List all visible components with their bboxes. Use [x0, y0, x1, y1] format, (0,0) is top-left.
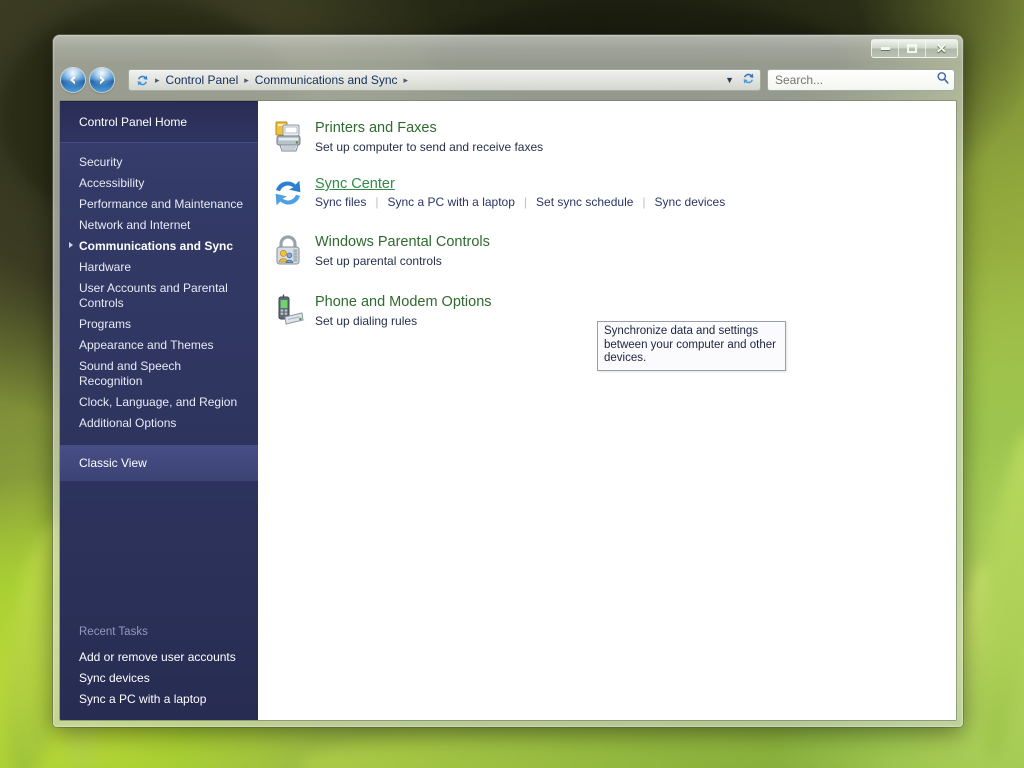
sidebar-item-label: User Accounts and Parental Controls — [79, 281, 228, 310]
tooltip: Synchronize data and settings between yo… — [597, 321, 786, 371]
sidebar-item-accessibility[interactable]: Accessibility — [60, 173, 258, 194]
desktop-wallpaper: ✕ ▸ Control Panel ▸ Communications and S… — [0, 0, 1024, 768]
printer-icon — [270, 119, 306, 155]
sidebar: Control Panel Home Security Accessibilit… — [60, 101, 258, 720]
sidebar-item-label: Hardware — [79, 260, 132, 274]
sublink-sync-files[interactable]: Sync files — [315, 195, 366, 209]
content-area: Printers and Faxes Set up computer to se… — [258, 101, 956, 720]
phone-modem-icon — [270, 293, 306, 329]
refresh-icon[interactable] — [741, 71, 756, 89]
sidebar-item-label: Security — [79, 155, 123, 169]
window-titlebar[interactable]: ✕ — [53, 35, 963, 61]
sidebar-item-label: Clock, Language, and Region — [79, 395, 238, 409]
category-description: Set up computer to send and receive faxe… — [315, 140, 544, 154]
category-title[interactable]: Printers and Faxes — [315, 119, 956, 139]
category-title[interactable]: Phone and Modem Options — [315, 293, 956, 313]
sidebar-item-label: Communications and Sync — [79, 239, 234, 253]
sidebar-item-label: Additional Options — [79, 416, 177, 430]
control-panel-window: ✕ ▸ Control Panel ▸ Communications and S… — [53, 35, 963, 727]
sidebar-item-label: Performance and Maintenance — [79, 197, 244, 211]
arrow-left-icon — [70, 75, 75, 85]
sidebar-home-label: Control Panel Home — [79, 114, 188, 129]
sublink-set-sync-schedule[interactable]: Set sync schedule — [536, 195, 633, 209]
breadcrumb-item-control-panel[interactable]: Control Panel — [163, 72, 242, 88]
search-icon[interactable] — [936, 71, 950, 90]
history-dropdown-icon[interactable]: ▼ — [720, 75, 739, 85]
category-title[interactable]: Sync Center — [315, 175, 956, 195]
sidebar-item-clock-language-and-region[interactable]: Clock, Language, and Region — [60, 392, 258, 413]
sidebar-category-list: Security Accessibility Performance and M… — [60, 143, 258, 434]
search-input[interactable] — [775, 73, 936, 87]
sidebar-item-performance-and-maintenance[interactable]: Performance and Maintenance — [60, 194, 258, 215]
sidebar-item-classic-view[interactable]: Classic View — [60, 445, 258, 481]
recent-task-sync-a-pc-with-a-laptop[interactable]: Sync a PC with a laptop — [79, 689, 258, 710]
close-button[interactable]: ✕ — [926, 40, 957, 57]
sublink-sync-a-pc-with-a-laptop[interactable]: Sync a PC with a laptop — [387, 195, 514, 209]
breadcrumb-separator-0: ▸ — [155, 74, 160, 85]
selected-marker-icon — [69, 242, 73, 248]
category-printers-and-faxes[interactable]: Printers and Faxes Set up computer to se… — [258, 119, 956, 163]
sidebar-item-hardware[interactable]: Hardware — [60, 257, 258, 278]
breadcrumb-separator-1: ▸ — [244, 74, 249, 85]
arrow-right-icon — [100, 75, 105, 85]
sync-center-sublinks: Sync files | Sync a PC with a laptop | S… — [315, 195, 956, 209]
category-title[interactable]: Windows Parental Controls — [315, 233, 956, 253]
sidebar-item-label: Network and Internet — [79, 218, 191, 232]
sublink-separator: | — [642, 195, 646, 209]
category-windows-parental-controls[interactable]: Windows Parental Controls Set up parenta… — [258, 233, 956, 277]
sidebar-item-sound-and-speech-recognition[interactable]: Sound and Speech Recognition — [60, 356, 258, 392]
classic-view-label: Classic View — [79, 456, 147, 470]
tooltip-text: Synchronize data and settings between yo… — [604, 325, 776, 364]
sidebar-item-network-and-internet[interactable]: Network and Internet — [60, 215, 258, 236]
sidebar-item-control-panel-home[interactable]: Control Panel Home — [60, 101, 258, 143]
category-sync-center[interactable]: Sync Center Sync files | Sync a PC with … — [258, 175, 956, 219]
breadcrumb[interactable]: ▸ Control Panel ▸ Communications and Syn… — [128, 69, 761, 91]
sidebar-item-label: Appearance and Themes — [79, 338, 214, 352]
recent-tasks-section: Recent Tasks Add or remove user accounts… — [60, 626, 258, 710]
sublink-sync-devices[interactable]: Sync devices — [655, 195, 726, 209]
recent-task-sync-devices[interactable]: Sync devices — [79, 668, 258, 689]
maximize-icon — [907, 44, 917, 53]
parental-lock-icon — [270, 233, 306, 269]
sync-icon — [270, 175, 306, 211]
sublink-separator: | — [375, 195, 379, 209]
search-box[interactable] — [767, 69, 955, 91]
recent-task-add-or-remove-user-accounts[interactable]: Add or remove user accounts — [79, 647, 258, 668]
recent-tasks-heading: Recent Tasks — [79, 626, 148, 638]
minimize-icon — [880, 47, 890, 50]
sublink-separator: | — [523, 195, 528, 209]
sync-breadcrumb-icon — [135, 73, 150, 88]
sidebar-item-user-accounts-and-parental-controls[interactable]: User Accounts and Parental Controls — [60, 278, 258, 314]
sidebar-item-communications-and-sync[interactable]: Communications and Sync — [60, 236, 258, 257]
sidebar-item-programs[interactable]: Programs — [60, 314, 258, 335]
sidebar-item-label: Programs — [79, 317, 132, 331]
sidebar-item-additional-options[interactable]: Additional Options — [60, 413, 258, 434]
minimize-button[interactable] — [872, 40, 899, 57]
breadcrumb-item-communications-and-sync[interactable]: Communications and Sync — [252, 72, 401, 88]
sidebar-item-appearance-and-themes[interactable]: Appearance and Themes — [60, 335, 258, 356]
forward-button[interactable] — [90, 68, 114, 92]
breadcrumb-separator-2[interactable]: ▸ — [403, 75, 410, 86]
sidebar-item-security[interactable]: Security — [60, 152, 258, 173]
close-icon: ✕ — [936, 41, 947, 56]
sidebar-item-label: Accessibility — [79, 176, 145, 190]
back-button[interactable] — [61, 68, 85, 92]
navigation-toolbar: ▸ Control Panel ▸ Communications and Syn… — [53, 61, 963, 99]
window-body: Control Panel Home Security Accessibilit… — [59, 100, 957, 721]
maximize-button[interactable] — [899, 40, 926, 57]
category-description: Set up parental controls — [315, 254, 442, 268]
window-controls: ✕ — [871, 39, 958, 58]
sidebar-item-label: Sound and Speech Recognition — [79, 359, 182, 388]
